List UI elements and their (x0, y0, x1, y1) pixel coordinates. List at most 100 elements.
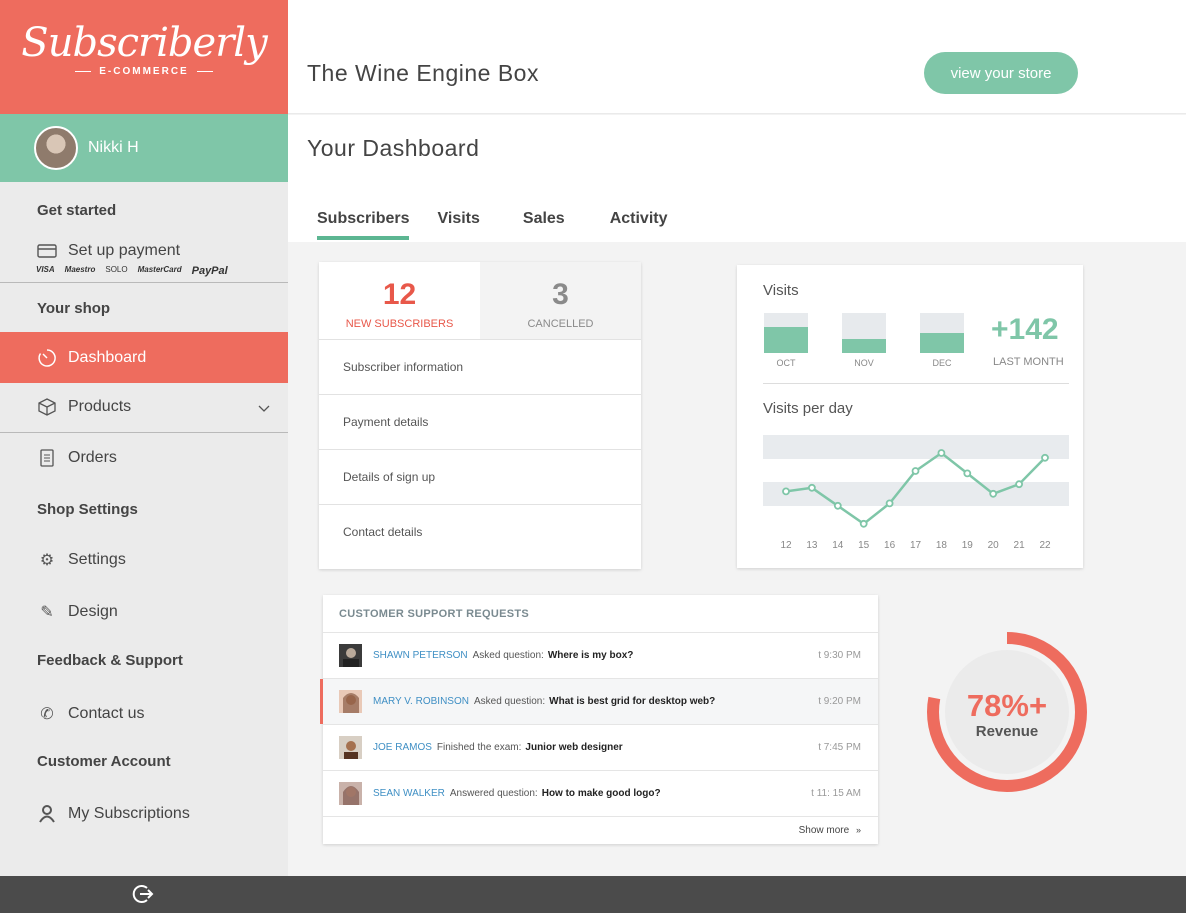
sidebar-item-subscriptions[interactable]: My Subscriptions (0, 802, 288, 826)
subscriber-info-row[interactable]: Subscriber information (319, 339, 641, 394)
month-bar (764, 313, 808, 353)
brand-logo[interactable]: Subscriberly E-COMMERCE (0, 0, 288, 114)
support-time: t 9:20 PM (818, 696, 861, 707)
user-profile[interactable]: Nikki H (0, 114, 288, 182)
maestro-logo: Maestro (64, 265, 96, 274)
dashboard-tabs: Subscribers Visits Sales Activity (317, 210, 668, 240)
sidebar-item-settings[interactable]: ⚙ Settings (0, 548, 288, 572)
subscribers-card: 12 NEW SUBSCRIBERS 3 CANCELLED Subscribe… (319, 262, 641, 569)
support-subject[interactable]: Where is my box? (548, 650, 634, 661)
brand-name: Subscriberly (21, 20, 267, 66)
data-point (885, 499, 894, 508)
subscribers-tabs: 12 NEW SUBSCRIBERS 3 CANCELLED (319, 262, 641, 339)
sidebar-item-setup-payment[interactable]: Set up payment (0, 240, 288, 262)
month-bar-fill (764, 327, 808, 353)
show-more-link[interactable]: Show more » (799, 825, 861, 836)
data-point (833, 501, 842, 510)
support-row[interactable]: MARY V. ROBINSON Asked question: What is… (320, 679, 878, 725)
month-bar-fill (920, 333, 964, 353)
support-row[interactable]: SEAN WALKER Answered question: How to ma… (323, 771, 878, 817)
store-title: The Wine Engine Box (307, 60, 539, 86)
support-user-name[interactable]: SHAWN PETERSON (373, 650, 468, 661)
x-tick-label: 20 (988, 540, 1000, 551)
revenue-label: Revenue (975, 723, 1039, 740)
footer-bar (0, 876, 1186, 913)
section-feedback: Feedback & Support (37, 652, 183, 669)
support-action: Asked question: (473, 696, 546, 707)
month-bar (920, 313, 964, 353)
support-user-name[interactable]: SEAN WALKER (373, 788, 445, 799)
visits-delta-label: LAST MONTH (993, 356, 1064, 368)
tab-subscribers[interactable]: Subscribers (317, 210, 410, 240)
new-subscribers-count: 12 (382, 278, 417, 311)
support-subject[interactable]: Junior web designer (525, 742, 622, 753)
divider (0, 282, 288, 283)
view-store-button[interactable]: view your store (924, 52, 1078, 94)
tab-activity[interactable]: Activity (610, 210, 668, 240)
tab-sales[interactable]: Sales (523, 210, 565, 240)
sidebar-item-label: My Subscriptions (68, 805, 190, 822)
visits-line-chart: 12 13 14 15 16 17 18 19 20 21 22 (763, 435, 1069, 551)
sidebar-item-contact[interactable]: ✆ Contact us (0, 702, 288, 726)
box-icon (36, 396, 58, 418)
sidebar-item-dashboard[interactable]: Dashboard (0, 332, 288, 383)
support-title: CUSTOMER SUPPORT REQUESTS (323, 595, 878, 633)
new-subscribers-tab[interactable]: 12 NEW SUBSCRIBERS (319, 262, 480, 339)
signup-details-row[interactable]: Details of sign up (319, 449, 641, 504)
month-bar (842, 313, 886, 353)
support-time: t 9:30 PM (818, 650, 861, 661)
credit-card-icon (36, 240, 58, 262)
data-point (989, 489, 998, 498)
support-action: Answered question: (449, 788, 538, 799)
visits-delta: +142 (991, 313, 1059, 346)
phone-icon: ✆ (40, 706, 54, 723)
support-row[interactable]: JOE RAMOS Finished the exam: Junior web … (323, 725, 878, 771)
month-bar-fill (842, 339, 886, 353)
sidebar-item-products[interactable]: Products (0, 384, 288, 430)
tab-visits[interactable]: Visits (437, 210, 479, 240)
section-customer-account: Customer Account (37, 753, 171, 770)
avatar (339, 690, 362, 713)
support-subject[interactable]: What is best grid for desktop web? (549, 696, 715, 707)
support-row[interactable]: SHAWN PETERSON Asked question: Where is … (323, 633, 878, 679)
sidebar-item-label: Set up payment (68, 242, 181, 259)
sidebar-item-label: Contact us (68, 705, 145, 722)
payment-details-row[interactable]: Payment details (319, 394, 641, 449)
avatar (34, 126, 78, 170)
brand-tagline: E-COMMERCE (0, 66, 288, 77)
divider (763, 383, 1069, 384)
cancelled-tab[interactable]: 3 CANCELLED (480, 262, 641, 339)
new-subscribers-label: NEW SUBSCRIBERS (345, 318, 454, 330)
cancelled-count: 3 (552, 278, 569, 311)
support-user-name[interactable]: MARY V. ROBINSON (373, 696, 469, 707)
visa-logo: VISA (36, 265, 55, 274)
data-point (782, 487, 790, 496)
support-user-name[interactable]: JOE RAMOS (373, 742, 432, 753)
contact-details-row[interactable]: Contact details (319, 504, 641, 559)
x-tick-label: 12 (780, 540, 792, 551)
visits-per-day-title: Visits per day (763, 400, 853, 417)
double-chevron-down-icon: » (855, 825, 861, 835)
page-title: Your Dashboard (307, 135, 480, 161)
section-your-shop: Your shop (37, 300, 111, 317)
support-subject[interactable]: How to make good logo? (542, 788, 661, 799)
support-time: t 11: 15 AM (811, 788, 861, 799)
dashboard-header: Your Dashboard Subscribers Visits Sales … (288, 115, 1186, 242)
support-time: t 7:45 PM (818, 742, 861, 753)
revenue-percent: 78%+ (966, 688, 1048, 723)
person-icon (36, 803, 58, 825)
x-tick-label: 15 (858, 540, 870, 551)
data-point (1041, 453, 1049, 462)
chevron-down-icon[interactable] (258, 400, 270, 418)
user-name: Nikki H (88, 139, 139, 156)
paypal-logo: PayPal (191, 265, 228, 277)
sidebar-item-orders[interactable]: Orders (0, 446, 288, 470)
payment-logos: VISA Maestro SOLO MasterCard PayPal (36, 265, 228, 277)
logout-icon[interactable] (132, 883, 154, 905)
section-get-started: Get started (37, 202, 117, 219)
x-tick-label: 16 (884, 540, 896, 551)
sidebar-item-label: Orders (68, 449, 117, 466)
x-tick-label: 21 (1014, 540, 1026, 551)
sidebar-item-design[interactable]: ✎ Design (0, 600, 288, 624)
data-point (963, 469, 972, 478)
